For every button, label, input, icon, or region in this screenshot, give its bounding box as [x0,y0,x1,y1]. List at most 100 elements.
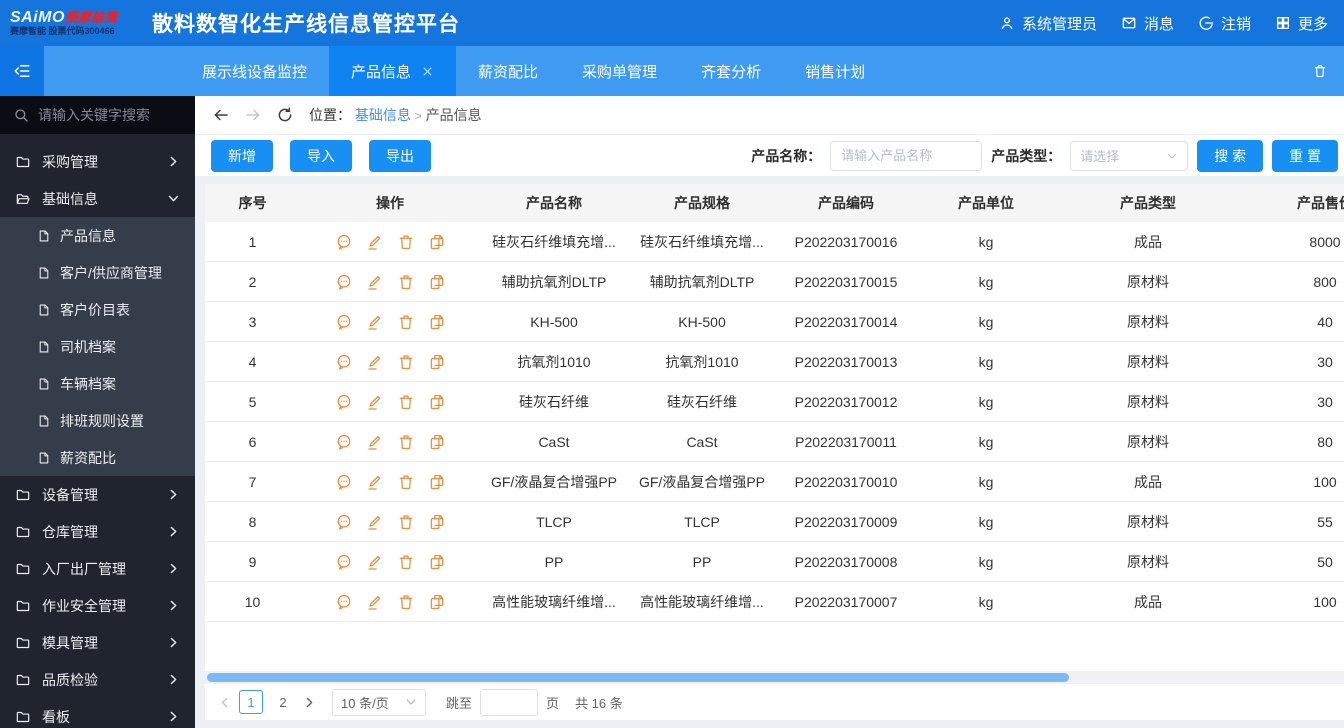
page-button-1[interactable]: 1 [239,690,263,714]
sidebar-item-8[interactable]: 看板 [0,698,195,728]
total-count-label: 共 16 条 [575,693,623,712]
delete-icon[interactable] [397,553,415,571]
comment-icon[interactable] [335,473,353,491]
delete-icon[interactable] [397,313,415,331]
delete-icon[interactable] [397,473,415,491]
sidebar-item-1[interactable]: 基础信息 [0,180,195,217]
delete-icon[interactable] [397,233,415,251]
collapse-sidebar-button[interactable] [0,46,44,96]
sidebar-subitem-1-5[interactable]: 排班规则设置 [0,402,195,439]
tab-4[interactable]: 齐套分析 [679,46,783,96]
reset-button[interactable]: 重 置 [1272,140,1338,172]
logout-button[interactable]: 注销 [1198,13,1251,34]
breadcrumb-parent-link[interactable]: 基础信息 [355,107,411,123]
edit-icon[interactable] [366,353,384,371]
file-icon [37,414,51,428]
refresh-icon[interactable] [276,106,294,124]
cell-unit: kg [916,434,1056,450]
comment-icon[interactable] [335,553,353,571]
copy-icon[interactable] [428,433,446,451]
copy-icon[interactable] [428,273,446,291]
sidebar-subitem-1-6[interactable]: 薪资配比 [0,439,195,476]
tab-5[interactable]: 销售计划 [783,46,887,96]
product-type-select[interactable]: 请选择 [1070,141,1188,171]
file-icon [37,229,51,243]
tab-0[interactable]: 展示线设备监控 [180,46,329,96]
tab-2[interactable]: 薪资配比 [456,46,560,96]
edit-icon[interactable] [366,553,384,571]
tab-3[interactable]: 采购单管理 [560,46,679,96]
back-arrow-icon[interactable] [212,106,230,124]
comment-icon[interactable] [335,353,353,371]
sidebar-subitem-1-0[interactable]: 产品信息 [0,217,195,254]
sidebar-item-0[interactable]: 采购管理 [0,143,195,180]
copy-icon[interactable] [428,353,446,371]
messages-button[interactable]: 消息 [1121,13,1174,34]
sidebar-subitem-1-1[interactable]: 客户/供应商管理 [0,254,195,291]
forward-arrow-icon[interactable] [244,106,262,124]
sidebar-subitem-1-4[interactable]: 车辆档案 [0,365,195,402]
more-button[interactable]: 更多 [1275,13,1328,34]
delete-icon[interactable] [397,513,415,531]
toolbar-button-1[interactable]: 导入 [290,140,352,172]
comment-icon[interactable] [335,433,353,451]
toolbar-button-0[interactable]: 新增 [211,140,273,172]
comment-icon[interactable] [335,513,353,531]
close-icon[interactable] [421,65,434,78]
tab-label: 采购单管理 [582,61,657,82]
grid-icon [1275,15,1291,31]
logo-brand-cn: 赛摩雄鹰 [65,10,117,25]
delete-icon[interactable] [397,273,415,291]
delete-icon[interactable] [397,433,415,451]
edit-icon[interactable] [366,513,384,531]
delete-icon[interactable] [397,353,415,371]
scrollbar-thumb[interactable] [207,673,1069,682]
tab-1[interactable]: 产品信息 [329,46,456,96]
edit-icon[interactable] [366,233,384,251]
edit-icon[interactable] [366,393,384,411]
page-button-2[interactable]: 2 [271,690,295,714]
page-size-select[interactable]: 10 条/页 [332,689,426,716]
sidebar-subitem-1-2[interactable]: 客户价目表 [0,291,195,328]
breadcrumb: 位置： 基础信息 > 产品信息 [309,105,482,125]
copy-icon[interactable] [428,593,446,611]
comment-icon[interactable] [335,273,353,291]
copy-icon[interactable] [428,473,446,491]
comment-icon[interactable] [335,393,353,411]
comment-icon[interactable] [335,313,353,331]
edit-icon[interactable] [366,273,384,291]
toolbar-button-2[interactable]: 导出 [369,140,431,172]
copy-icon[interactable] [428,393,446,411]
sidebar-item-2[interactable]: 设备管理 [0,476,195,513]
edit-icon[interactable] [366,593,384,611]
jump-page-input[interactable] [480,689,538,716]
copy-icon[interactable] [428,553,446,571]
copy-icon[interactable] [428,313,446,331]
edit-icon[interactable] [366,313,384,331]
search-button[interactable]: 搜 索 [1197,140,1263,172]
edit-icon[interactable] [366,433,384,451]
delete-icon[interactable] [397,393,415,411]
sidebar-item-7[interactable]: 品质检验 [0,661,195,698]
copy-icon[interactable] [428,233,446,251]
sidebar-item-6[interactable]: 模具管理 [0,624,195,661]
chevron-left-icon[interactable] [218,696,231,709]
edit-icon[interactable] [366,473,384,491]
product-name-input[interactable] [830,141,982,171]
sidebar-item-4[interactable]: 入厂出厂管理 [0,550,195,587]
cell-spec: 硅灰石纤维填充增... [628,232,776,252]
sidebar-subitem-1-3[interactable]: 司机档案 [0,328,195,365]
chevron-right-icon[interactable] [303,696,316,709]
delete-icon[interactable] [397,593,415,611]
close-all-tabs-trash-icon[interactable] [1312,63,1328,79]
user-menu[interactable]: 系统管理员 [999,13,1097,34]
sidebar-search-input[interactable] [38,107,178,123]
comment-icon[interactable] [335,233,353,251]
comment-icon[interactable] [335,593,353,611]
cell-unit: kg [916,274,1056,290]
sidebar-item-3[interactable]: 仓库管理 [0,513,195,550]
cell-actions [300,513,480,531]
sidebar-item-5[interactable]: 作业安全管理 [0,587,195,624]
table-row: 4抗氧剂1010抗氧剂1010P202203170013kg原材料30 [205,342,1344,382]
copy-icon[interactable] [428,513,446,531]
